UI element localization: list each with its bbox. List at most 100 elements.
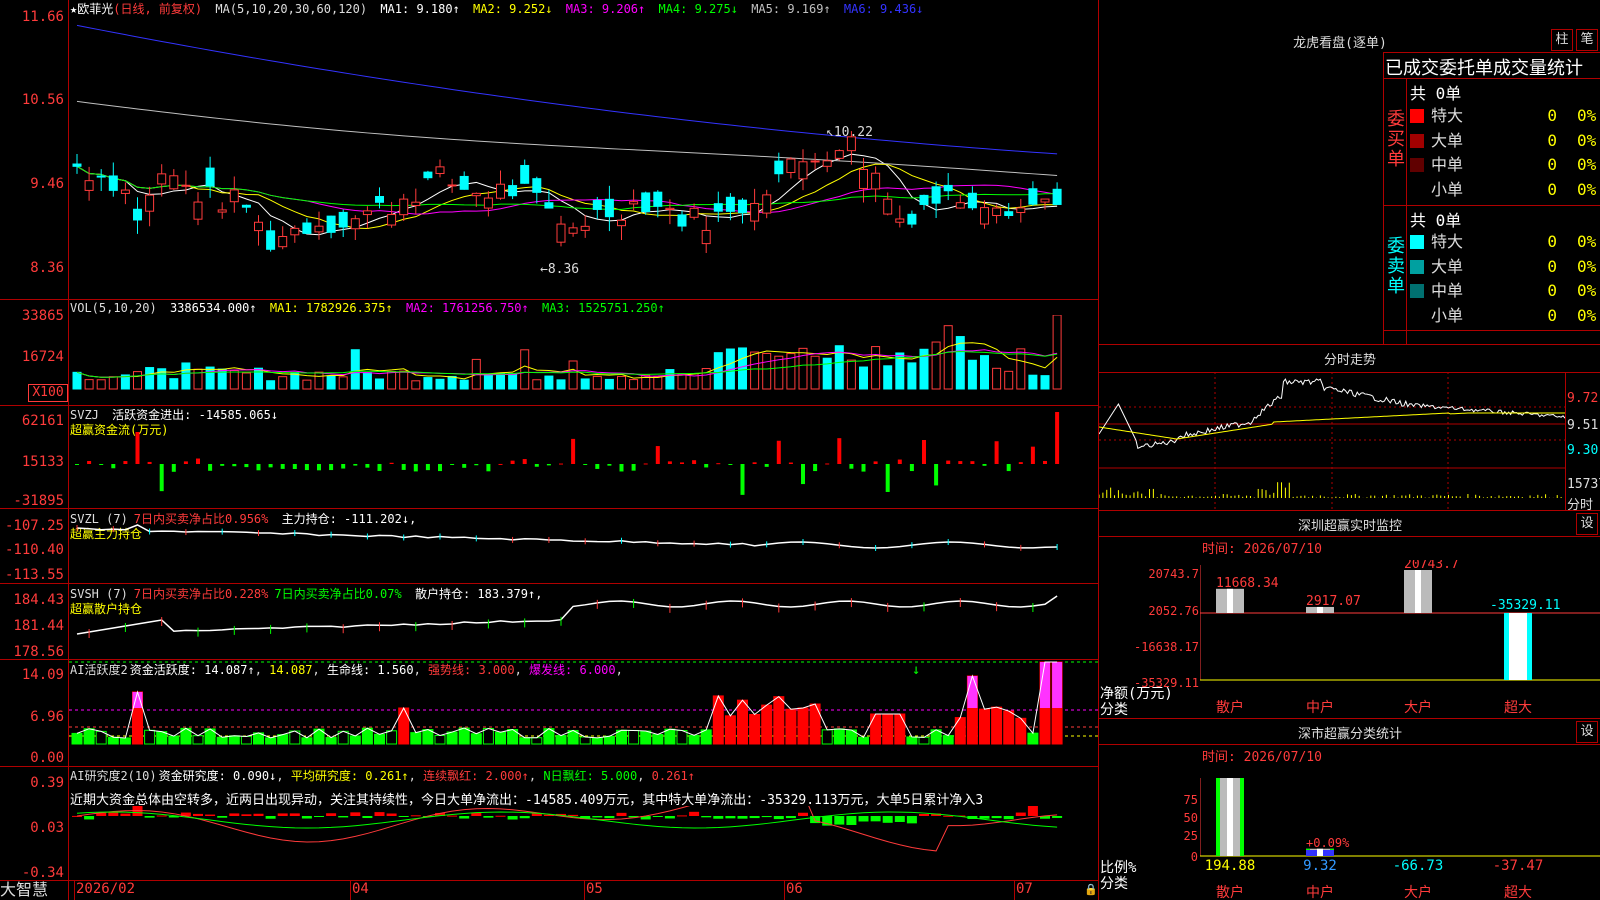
volume-bar (967, 359, 977, 390)
volume-bar (617, 375, 626, 390)
flow-bar (522, 459, 527, 464)
research-bar (483, 816, 494, 818)
research-bar (350, 812, 361, 816)
research-bar (120, 813, 131, 816)
volume-bar (762, 352, 772, 390)
volume-bar (580, 378, 590, 390)
research-bar (725, 816, 736, 819)
research-bar (338, 816, 349, 818)
candle-body (72, 163, 82, 167)
intraday-chart[interactable] (1099, 372, 1565, 510)
bar-mode-button[interactable]: 柱 (1551, 29, 1573, 51)
fenshi-ytick: 9.72 (1567, 391, 1599, 406)
candle-body (241, 204, 251, 208)
volume-bar (604, 378, 614, 390)
research-bar (410, 815, 421, 817)
divider (1099, 344, 1600, 345)
volume-bar (254, 367, 263, 390)
fenshi-title: 分时走势 (1323, 353, 1376, 368)
monitor-bar-label: -35329.11 (1490, 598, 1560, 613)
research-bar (616, 812, 627, 816)
candle-body (387, 214, 397, 226)
research-bar (919, 814, 929, 816)
date-sep (584, 880, 585, 900)
volume-bar (1028, 374, 1038, 390)
flow-bar (147, 461, 152, 464)
candle-body (362, 210, 372, 216)
monitor-bar-hl (1415, 570, 1421, 613)
flow-bar (922, 440, 926, 464)
order-type: 中单 (1431, 281, 1464, 300)
research-bar (1003, 816, 1014, 820)
divider (1099, 744, 1600, 745)
activity-bar (628, 729, 640, 745)
class-category: 大户 (1404, 885, 1432, 900)
activity-bar (495, 731, 506, 745)
class-time: 时间: 2026/07/10 (1202, 750, 1322, 765)
flow-bar (776, 440, 781, 464)
divider (0, 299, 1098, 300)
candle-body (883, 198, 893, 215)
flow-bar (813, 464, 818, 472)
lock-icon[interactable]: 🔒 (1084, 883, 1098, 896)
activity-bar (591, 737, 603, 745)
order-pct: 0% (1577, 130, 1597, 150)
flow-bar (788, 462, 793, 464)
flow-bar (111, 464, 116, 469)
class-bar-hl (1317, 850, 1323, 856)
activity-bar (724, 715, 736, 745)
candle-body (120, 189, 130, 194)
research-bar (906, 816, 917, 824)
candle-body (193, 201, 203, 220)
candle-body (677, 214, 687, 227)
ai-active-ytick: 0.00 (30, 750, 64, 766)
research-bar (253, 813, 264, 816)
volume-bar (883, 365, 893, 390)
lhkp-title: 龙虎看盘(逐单) (1293, 36, 1387, 51)
candle-body (205, 167, 215, 187)
order-pct: 0% (1577, 155, 1597, 174)
candle-body (459, 175, 469, 190)
candle-body (556, 223, 566, 243)
tick-mode-button[interactable]: 笔 (1576, 29, 1598, 51)
candlestick-chart[interactable] (69, 14, 1098, 298)
volume-bar (931, 341, 941, 390)
candle-body (483, 197, 493, 209)
activity-bar (216, 736, 228, 745)
candle-body (967, 192, 977, 209)
candle-body (810, 160, 820, 163)
activity-bar (954, 717, 966, 745)
research-bar (749, 816, 760, 819)
volume-bar (423, 377, 433, 390)
monitor-bar-edge (1504, 613, 1509, 680)
volume-bar (677, 374, 687, 390)
monitor-bar-hl (1227, 588, 1233, 613)
flow-bar (692, 460, 697, 464)
date-tick: 05 (586, 881, 603, 897)
volume-bar (665, 369, 675, 390)
vol-ma2: MA2: 1761256.750↑ (405, 301, 529, 315)
class-value: -66.73 (1392, 858, 1444, 874)
activity-bar (785, 708, 797, 745)
app-window: ★欧菲光(日线, 前复权) MA(5,10,20,30,60,120) MA1:… (0, 0, 1600, 900)
color-swatch (1410, 284, 1424, 298)
date-sep (350, 880, 351, 900)
activity-bar (265, 737, 277, 745)
flow-bar (498, 463, 503, 465)
kline-ytick: 8.36 (30, 260, 64, 276)
volume-bar (653, 376, 663, 390)
volume-bar (713, 352, 723, 390)
volume-bar (447, 375, 457, 390)
activity-bar (870, 713, 882, 745)
class-ytick: 25 (1183, 829, 1198, 843)
vol-unit-badge[interactable]: X100 (28, 384, 68, 402)
volume-bar (326, 375, 336, 390)
candle-body (1004, 211, 1014, 216)
settings-button[interactable]: 设 (1576, 721, 1598, 743)
candle-body (701, 229, 711, 245)
settings-button[interactable]: 设 (1576, 513, 1598, 535)
order-count: 0 (1547, 130, 1557, 150)
flow-bar (534, 464, 539, 467)
candle-body (108, 175, 118, 191)
activity-bar (676, 730, 688, 745)
